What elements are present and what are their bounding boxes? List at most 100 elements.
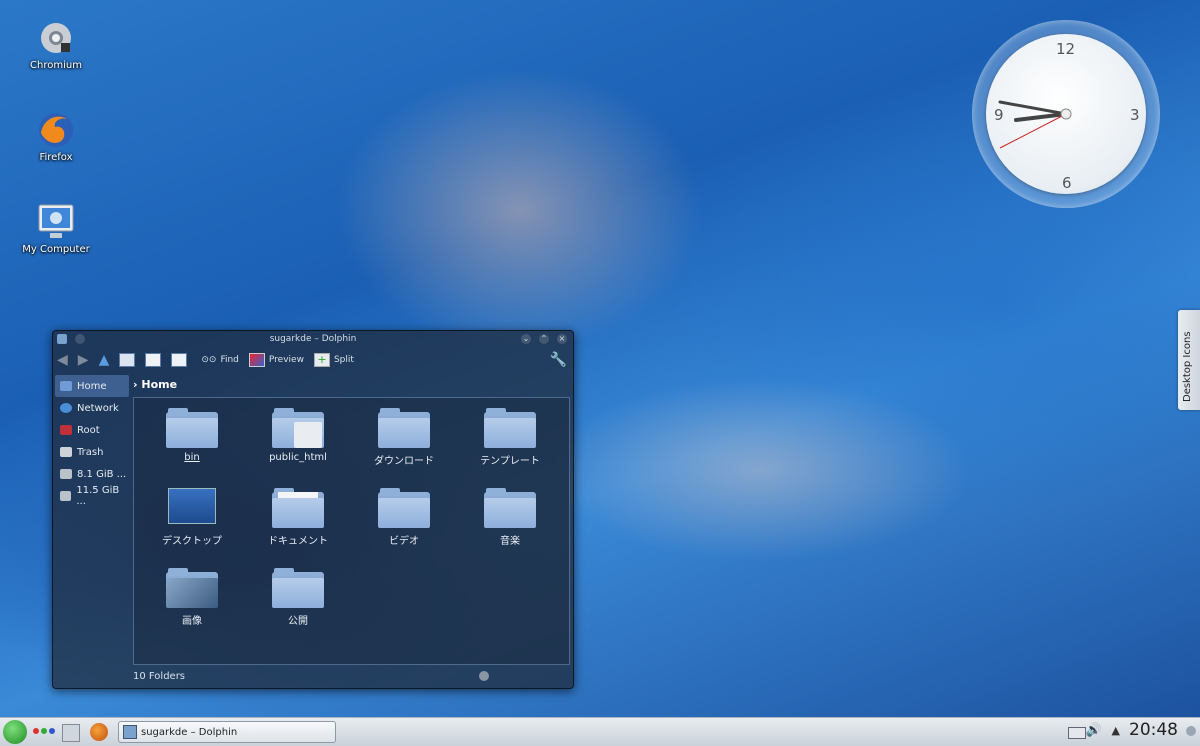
columns-view-icon (171, 353, 188, 367)
show-desktop-icon[interactable] (62, 724, 80, 742)
folder-label: ドキュメント (268, 536, 328, 547)
wrench-icon: 🔧 (549, 352, 567, 368)
folder-item[interactable]: 画像 (142, 568, 242, 627)
taskbar-clock[interactable]: 20:48 (1129, 720, 1178, 740)
root-folder-icon (60, 425, 72, 435)
trash-icon (60, 447, 72, 457)
desktop-icons-tab-label: Desktop Icons (1182, 331, 1193, 402)
desktop-icon-chromium[interactable]: Chromium (16, 18, 96, 71)
folder-item[interactable]: ドキュメント (248, 488, 348, 547)
dolphin-app-icon (123, 725, 137, 739)
tray-expand-icon[interactable]: ▲ (1112, 724, 1120, 737)
taskbar-item-label: sugarkde – Dolphin (141, 726, 238, 738)
details-view-button[interactable] (145, 353, 165, 367)
panel-toolbox-icon[interactable] (1186, 726, 1196, 736)
preview-icon (248, 353, 265, 367)
preview-button[interactable]: Preview (248, 353, 304, 367)
folder-icon (378, 488, 430, 528)
home-icon (60, 381, 72, 391)
places-item-root[interactable]: Root (55, 419, 129, 441)
taskbar: sugarkde – Dolphin 🔊 ▲ 20:48 (0, 717, 1200, 746)
activity-dots-icon[interactable] (33, 728, 55, 734)
split-label: Split (333, 355, 354, 365)
preview-label: Preview (268, 355, 304, 365)
desktop-icon-my-computer[interactable]: My Computer (16, 202, 96, 255)
folder-item[interactable]: デスクトップ (142, 488, 242, 547)
split-icon: + (313, 353, 330, 367)
folder-label: デスクトップ (162, 536, 222, 547)
places-panel: Home Network Root Trash 8.1 GiB ... 11.5… (55, 375, 129, 507)
pin-icon[interactable] (75, 334, 85, 344)
up-button[interactable]: ▲ (99, 352, 110, 368)
toolbar: ◀ ▶ ▲ ⊙⊙ Find Preview + Split 🔧 (53, 347, 573, 373)
back-button[interactable]: ◀ (57, 352, 68, 368)
computer-icon (36, 202, 76, 242)
window-title: sugarkde – Dolphin (269, 334, 357, 344)
folder-label: ビデオ (389, 536, 419, 547)
desktop-icon-label: My Computer (22, 244, 90, 255)
arrow-up-icon: ▲ (98, 352, 110, 368)
folder-label: 音楽 (500, 536, 520, 547)
zoom-slider-handle[interactable] (479, 671, 489, 681)
places-item-trash[interactable]: Trash (55, 441, 129, 463)
folder-item[interactable]: ビデオ (354, 488, 454, 547)
configure-button[interactable]: 🔧 (550, 352, 567, 368)
documents-folder-icon (272, 488, 324, 528)
window-titlebar[interactable]: sugarkde – Dolphin ⌄ ⌃ × (53, 331, 573, 347)
desktop-folder-icon (168, 488, 216, 524)
desktop-icons-tab[interactable]: Desktop Icons (1178, 310, 1200, 410)
icons-view-icon (119, 353, 136, 367)
minimize-icon[interactable]: ⌄ (521, 334, 531, 344)
maximize-icon[interactable]: ⌃ (539, 334, 549, 344)
dolphin-window[interactable]: sugarkde – Dolphin ⌄ ⌃ × ◀ ▶ ▲ ⊙⊙ Find Pr… (52, 330, 574, 689)
application-launcher-button[interactable] (3, 720, 27, 744)
file-view[interactable]: bin public_html ダウンロード テンプレート デスクトップ ドキュ… (133, 397, 570, 665)
clock-face: 12 3 6 9 (986, 34, 1146, 194)
folder-item[interactable]: 音楽 (460, 488, 560, 547)
folder-item[interactable]: 公開 (248, 568, 348, 627)
folder-label: ダウンロード (374, 456, 434, 467)
folder-item[interactable]: public_html (248, 408, 348, 463)
folder-label: 公開 (288, 616, 308, 627)
folder-icon (484, 408, 536, 448)
keyboard-icon[interactable] (1068, 727, 1086, 739)
pictures-folder-icon (166, 568, 218, 608)
folder-item[interactable]: テンプレート (460, 408, 560, 467)
places-item-drive-2[interactable]: 11.5 GiB ... (55, 485, 129, 507)
close-icon[interactable]: × (557, 334, 567, 344)
drive-icon (60, 491, 72, 501)
firefox-launcher-icon[interactable] (90, 723, 108, 741)
places-item-drive-1[interactable]: 8.1 GiB ... (55, 463, 129, 485)
split-button[interactable]: + Split (313, 353, 354, 367)
folder-label: テンプレート (480, 456, 540, 467)
volume-icon[interactable]: 🔊 (1086, 723, 1102, 738)
places-item-label: Network (77, 402, 119, 414)
desktop-icon-firefox[interactable]: Firefox (16, 110, 96, 163)
columns-view-button[interactable] (171, 353, 191, 367)
status-bar-text: 10 Folders (133, 671, 186, 682)
breadcrumb-home: Home (141, 378, 178, 391)
folder-icon (378, 408, 430, 448)
drive-icon (60, 469, 72, 479)
breadcrumb[interactable]: › Home (133, 375, 177, 395)
analog-clock-widget[interactable]: 12 3 6 9 (972, 20, 1160, 208)
folder-icon (272, 568, 324, 608)
places-item-home[interactable]: Home (55, 375, 129, 397)
places-item-network[interactable]: Network (55, 397, 129, 419)
window-menu-icon[interactable] (57, 334, 67, 344)
places-item-label: Home (77, 380, 107, 392)
folder-item[interactable]: ダウンロード (354, 408, 454, 467)
arrow-right-icon: ▶ (77, 352, 89, 368)
chromium-icon (36, 18, 76, 58)
details-view-icon (145, 353, 162, 367)
folder-icon (166, 408, 218, 448)
folder-item[interactable]: bin (142, 408, 242, 463)
taskbar-item-dolphin[interactable]: sugarkde – Dolphin (118, 721, 336, 743)
icons-view-button[interactable] (119, 353, 139, 367)
clock-hands (998, 100, 1072, 149)
forward-button[interactable]: ▶ (78, 352, 89, 368)
find-button[interactable]: ⊙⊙ Find (201, 355, 239, 365)
folder-icon (484, 488, 536, 528)
folder-label: bin (184, 452, 200, 463)
folder-icon (272, 408, 324, 448)
